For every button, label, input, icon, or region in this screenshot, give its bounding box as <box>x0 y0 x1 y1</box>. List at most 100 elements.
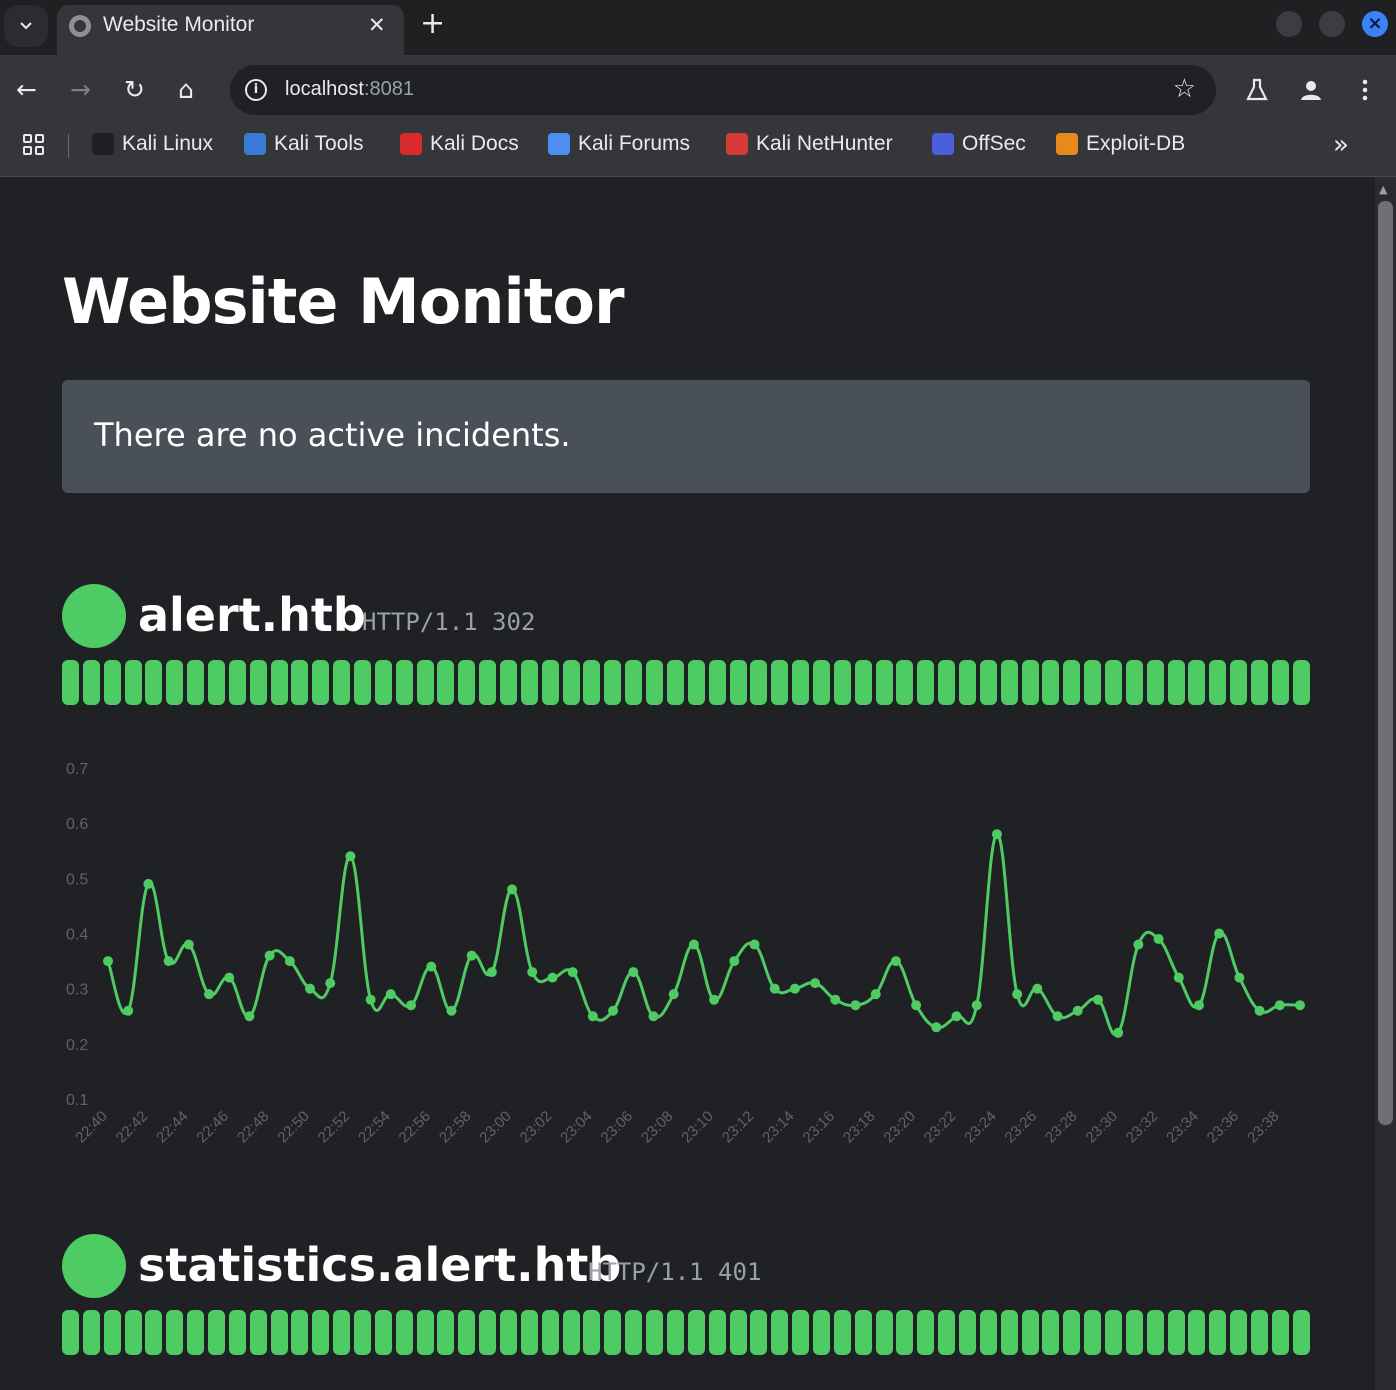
uptime-bar[interactable] <box>666 1310 684 1355</box>
bookmark-kali-forums[interactable]: Kali Forums <box>548 132 690 156</box>
bookmark-offsec[interactable]: OffSec <box>932 132 1026 156</box>
reload-button[interactable]: ↻ <box>124 75 145 105</box>
uptime-bar[interactable] <box>854 1310 872 1355</box>
uptime-bar[interactable] <box>938 660 956 705</box>
uptime-bar[interactable] <box>1167 1310 1185 1355</box>
uptime-bar[interactable] <box>541 1310 559 1355</box>
uptime-bar[interactable] <box>1230 1310 1248 1355</box>
uptime-bar[interactable] <box>1063 660 1081 705</box>
data-point[interactable] <box>507 884 518 895</box>
uptime-bar[interactable] <box>124 1310 142 1355</box>
uptime-bar[interactable] <box>354 1310 372 1355</box>
data-point[interactable] <box>709 994 720 1005</box>
uptime-bar[interactable] <box>666 660 684 705</box>
data-point[interactable] <box>991 829 1002 840</box>
uptime-bar[interactable] <box>1271 660 1289 705</box>
data-point[interactable] <box>345 851 356 862</box>
data-point[interactable] <box>890 956 901 967</box>
bookmark-star-icon[interactable]: ☆ <box>1173 74 1196 104</box>
uptime-bar[interactable] <box>1292 660 1310 705</box>
uptime-bar[interactable] <box>62 660 79 705</box>
uptime-bar[interactable] <box>1021 1310 1039 1355</box>
uptime-bar[interactable] <box>1146 660 1164 705</box>
labs-flask-icon[interactable] <box>1244 77 1270 103</box>
uptime-bar[interactable] <box>979 660 997 705</box>
uptime-bar[interactable] <box>625 660 643 705</box>
data-point[interactable] <box>244 1011 255 1022</box>
uptime-bar[interactable] <box>437 660 455 705</box>
data-point[interactable] <box>608 1005 619 1016</box>
uptime-bar[interactable] <box>1063 1310 1081 1355</box>
uptime-bar[interactable] <box>1104 1310 1122 1355</box>
uptime-bar[interactable] <box>771 660 789 705</box>
uptime-bar[interactable] <box>1167 660 1185 705</box>
uptime-bar[interactable] <box>62 1310 79 1355</box>
uptime-bar[interactable] <box>812 660 830 705</box>
minimize-button[interactable] <box>1276 11 1302 37</box>
uptime-bar[interactable] <box>562 660 580 705</box>
uptime-bar[interactable] <box>646 660 664 705</box>
uptime-bar[interactable] <box>1125 1310 1143 1355</box>
uptime-bar[interactable] <box>374 660 392 705</box>
uptime-bar[interactable] <box>771 1310 789 1355</box>
uptime-bar[interactable] <box>291 1310 309 1355</box>
uptime-bar[interactable] <box>1188 660 1206 705</box>
data-point[interactable] <box>668 989 679 1000</box>
uptime-bar[interactable] <box>270 1310 288 1355</box>
data-point[interactable] <box>648 1011 659 1022</box>
data-point[interactable] <box>385 989 396 1000</box>
uptime-bar[interactable] <box>187 660 205 705</box>
url-text[interactable]: localhost:8081 <box>285 78 414 101</box>
uptime-bar[interactable] <box>500 660 518 705</box>
data-point[interactable] <box>1214 928 1225 939</box>
new-tab-button[interactable]: + <box>420 6 445 41</box>
uptime-bar[interactable] <box>875 660 893 705</box>
uptime-bar[interactable] <box>354 660 372 705</box>
data-point[interactable] <box>264 950 275 961</box>
data-point[interactable] <box>527 967 538 978</box>
data-point[interactable] <box>1274 1000 1285 1011</box>
data-point[interactable] <box>1072 1005 1083 1016</box>
data-point[interactable] <box>971 1000 982 1011</box>
data-point[interactable] <box>587 1011 598 1022</box>
data-point[interactable] <box>810 978 821 989</box>
uptime-bar[interactable] <box>875 1310 893 1355</box>
address-bar[interactable]: i localhost:8081 ☆ <box>230 65 1216 115</box>
uptime-bar[interactable] <box>82 660 100 705</box>
uptime-bar[interactable] <box>479 1310 497 1355</box>
data-point[interactable] <box>143 878 154 889</box>
uptime-bar[interactable] <box>750 660 768 705</box>
uptime-bar[interactable] <box>812 1310 830 1355</box>
apps-grid-icon[interactable] <box>23 134 44 155</box>
data-point[interactable] <box>1254 1005 1265 1016</box>
data-point[interactable] <box>567 967 578 978</box>
uptime-bar[interactable] <box>1104 660 1122 705</box>
uptime-bar[interactable] <box>854 660 872 705</box>
uptime-bar[interactable] <box>1292 1310 1310 1355</box>
bookmark-kali-linux[interactable]: Kali Linux <box>92 132 213 156</box>
uptime-bar[interactable] <box>187 1310 205 1355</box>
profile-icon[interactable] <box>1298 77 1324 103</box>
bookmark-exploit-db[interactable]: Exploit-DB <box>1056 132 1185 156</box>
uptime-bar[interactable] <box>917 660 935 705</box>
data-point[interactable] <box>1052 1011 1063 1022</box>
close-window-button[interactable]: × <box>1362 11 1388 37</box>
uptime-bar[interactable] <box>249 1310 267 1355</box>
uptime-bar[interactable] <box>1021 660 1039 705</box>
uptime-bar[interactable] <box>291 660 309 705</box>
scrollbar-thumb[interactable] <box>1378 201 1393 1125</box>
uptime-bar[interactable] <box>1125 660 1143 705</box>
uptime-bar[interactable] <box>270 660 288 705</box>
data-point[interactable] <box>1092 994 1103 1005</box>
uptime-bar[interactable] <box>520 1310 538 1355</box>
bookmarks-overflow-button[interactable]: » <box>1333 130 1349 160</box>
uptime-bar[interactable] <box>646 1310 664 1355</box>
uptime-bar[interactable] <box>1230 660 1248 705</box>
data-point[interactable] <box>123 1005 134 1016</box>
uptime-bar[interactable] <box>103 660 121 705</box>
uptime-bar[interactable] <box>708 1310 726 1355</box>
data-point[interactable] <box>284 956 295 967</box>
data-point[interactable] <box>1113 1027 1124 1038</box>
data-point[interactable] <box>224 972 235 983</box>
uptime-bar[interactable] <box>374 1310 392 1355</box>
